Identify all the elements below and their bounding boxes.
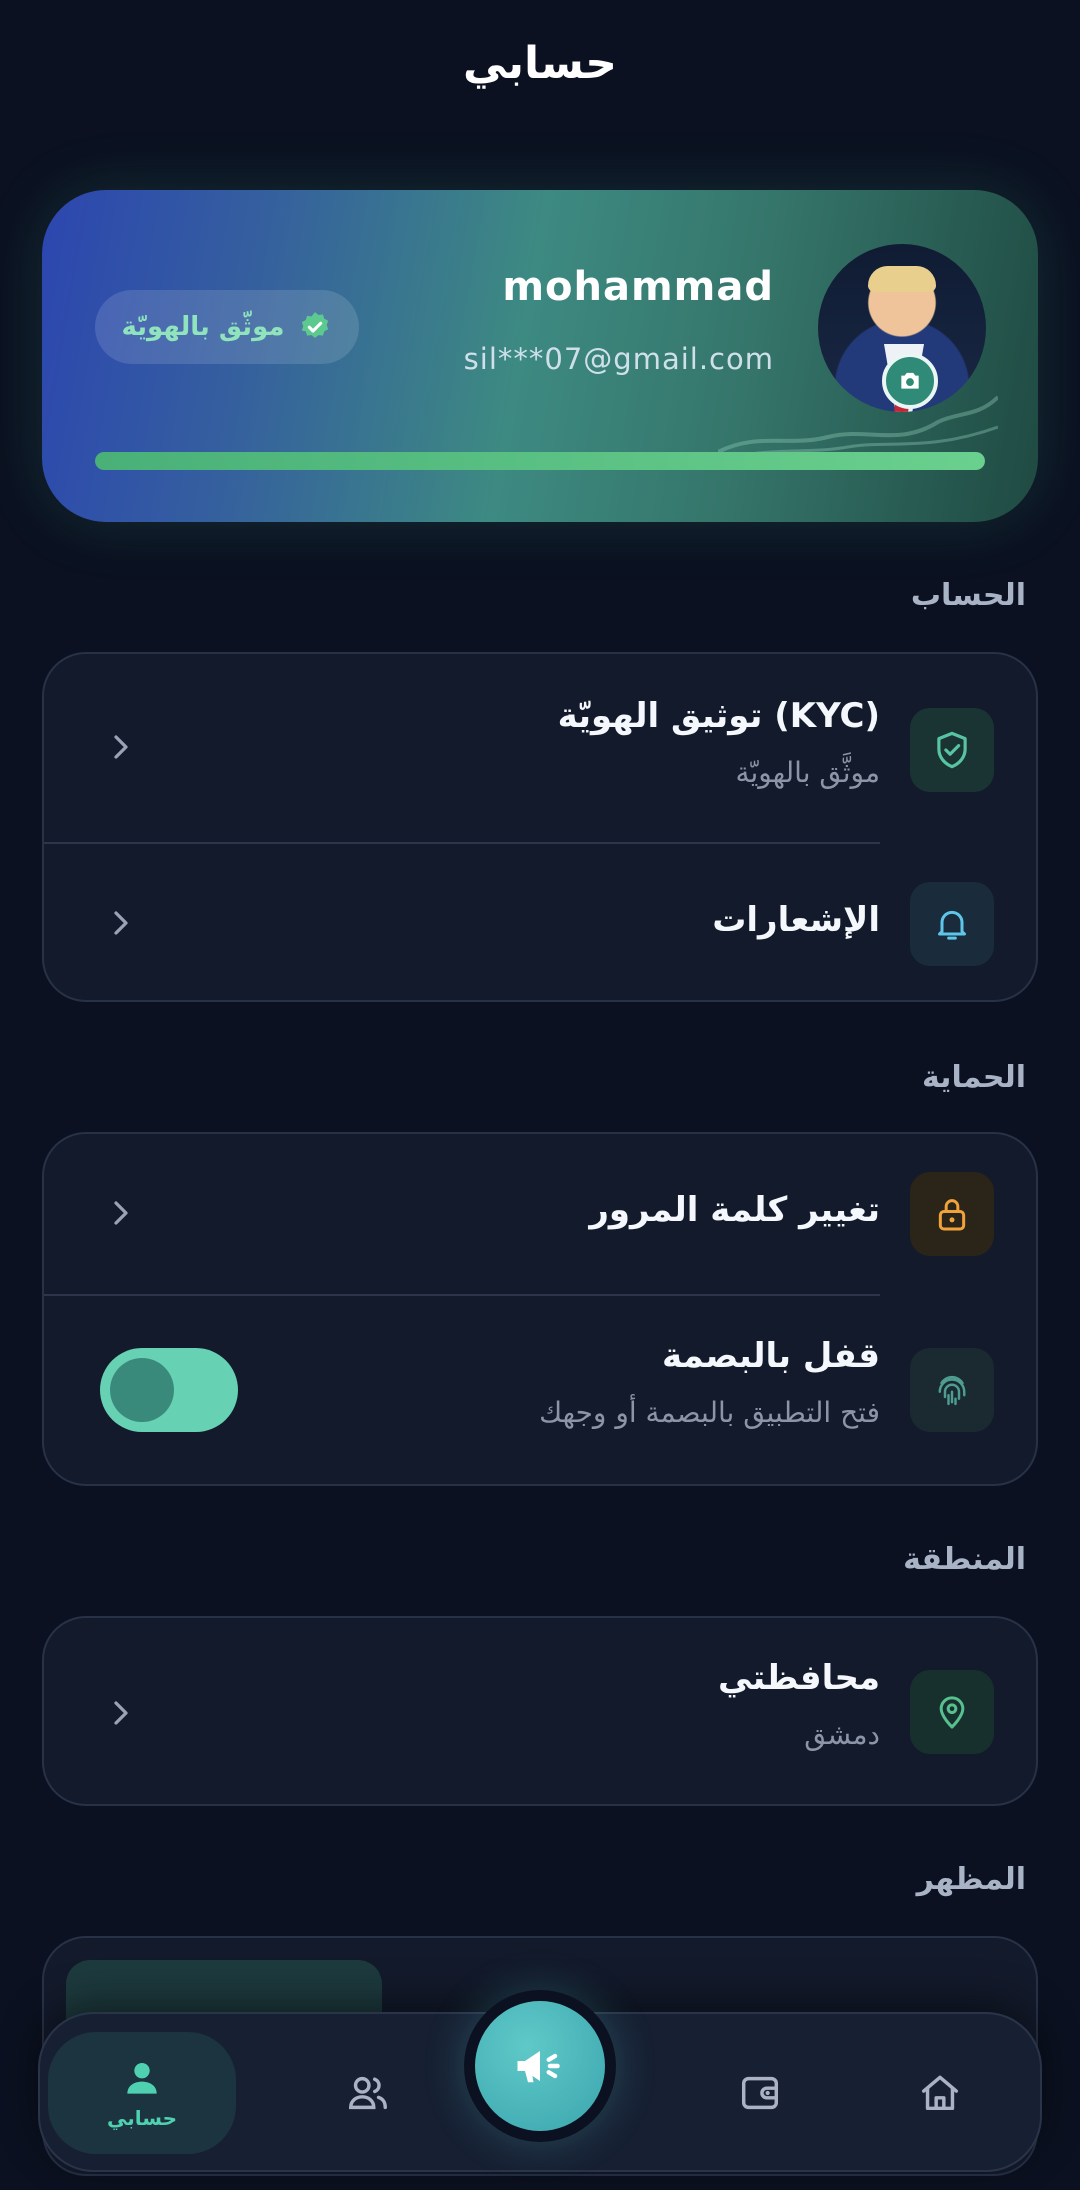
profile-progress-bar <box>95 452 985 470</box>
theme-option-dark[interactable] <box>66 1960 382 2020</box>
change-photo-button[interactable] <box>882 353 938 409</box>
lock-icon <box>938 1199 966 1231</box>
governorate-value: دمشق <box>804 1718 880 1751</box>
chevron-left-icon <box>114 735 128 759</box>
map-pin-icon <box>939 1696 965 1729</box>
verified-badge: موثّق بالهويّة <box>95 290 359 364</box>
nav-item-home[interactable] <box>880 2032 1000 2154</box>
fingerprint-icon <box>938 1375 966 1406</box>
user-icon <box>127 2062 157 2094</box>
camera-icon <box>901 372 919 389</box>
wallet-icon <box>741 2076 779 2110</box>
kyc-icon-box <box>910 708 994 792</box>
change-password-title: تغيير كلمة المرور <box>589 1190 880 1230</box>
users-icon <box>349 2076 387 2110</box>
governorate-title: محافظتي <box>718 1658 880 1698</box>
nav-item-profile[interactable]: حسابي <box>48 2032 236 2154</box>
governorate-row[interactable]: محافظتي دمشق <box>44 1618 1036 1808</box>
announcements-button-inner <box>475 2001 605 2131</box>
chevron-left-icon <box>114 1201 128 1225</box>
announcements-button[interactable] <box>464 1990 616 2142</box>
biometric-lock-title: قفل بالبصمة <box>661 1336 880 1376</box>
change-password-row[interactable]: تغيير كلمة المرور <box>44 1134 1036 1294</box>
security-group: تغيير كلمة المرور قفل بالبصمة فتح التطبي… <box>42 1132 1038 1486</box>
bell-icon <box>938 910 966 940</box>
chevron-left-icon <box>114 911 128 935</box>
nav-item-profile-label: حسابي <box>106 2106 178 2130</box>
notifications-icon-box <box>910 882 994 966</box>
fingerprint-icon-box <box>910 1348 994 1432</box>
home-icon <box>921 2075 959 2111</box>
verified-seal-icon <box>302 312 329 338</box>
account-group: توثيق الهويّة (KYC) موثَّق بالهويّة الإش… <box>42 652 1038 1002</box>
kyc-title: توثيق الهويّة (KYC) <box>557 696 880 736</box>
nav-item-wallet[interactable] <box>700 2032 820 2154</box>
nav-item-contacts[interactable] <box>308 2032 428 2154</box>
biometric-lock-toggle[interactable] <box>100 1348 238 1432</box>
kyc-row[interactable]: توثيق الهويّة (KYC) موثَّق بالهويّة <box>44 654 1036 844</box>
section-label-region: المنطقة <box>903 1542 1026 1577</box>
lock-icon-box <box>910 1172 994 1256</box>
notifications-row[interactable]: الإشعارات <box>44 844 1036 1004</box>
profile-name: mohammad <box>502 264 774 310</box>
location-icon-box <box>910 1670 994 1754</box>
biometric-lock-row: قفل بالبصمة فتح التطبيق بالبصمة أو وجهك <box>44 1296 1036 1488</box>
chevron-left-icon <box>114 1701 128 1725</box>
section-label-security: الحماية <box>921 1060 1026 1095</box>
section-label-appearance: المظهر <box>916 1862 1026 1897</box>
section-label-account: الحساب <box>910 578 1026 613</box>
avatar-hair <box>868 266 936 292</box>
profile-progress-fill <box>95 452 985 470</box>
page-title: حسابي <box>462 38 618 89</box>
toggle-knob <box>110 1358 174 1422</box>
profile-email: sil***07@gmail.com <box>463 342 774 376</box>
kyc-status: موثَّق بالهويّة <box>735 756 880 789</box>
megaphone-icon <box>517 2051 560 2083</box>
region-group: محافظتي دمشق <box>42 1616 1038 1806</box>
verified-badge-label: موثّق بالهويّة <box>121 312 285 342</box>
notifications-title: الإشعارات <box>712 900 880 940</box>
biometric-lock-subtitle: فتح التطبيق بالبصمة أو وجهك <box>539 1396 880 1429</box>
shield-check-icon <box>937 731 967 769</box>
